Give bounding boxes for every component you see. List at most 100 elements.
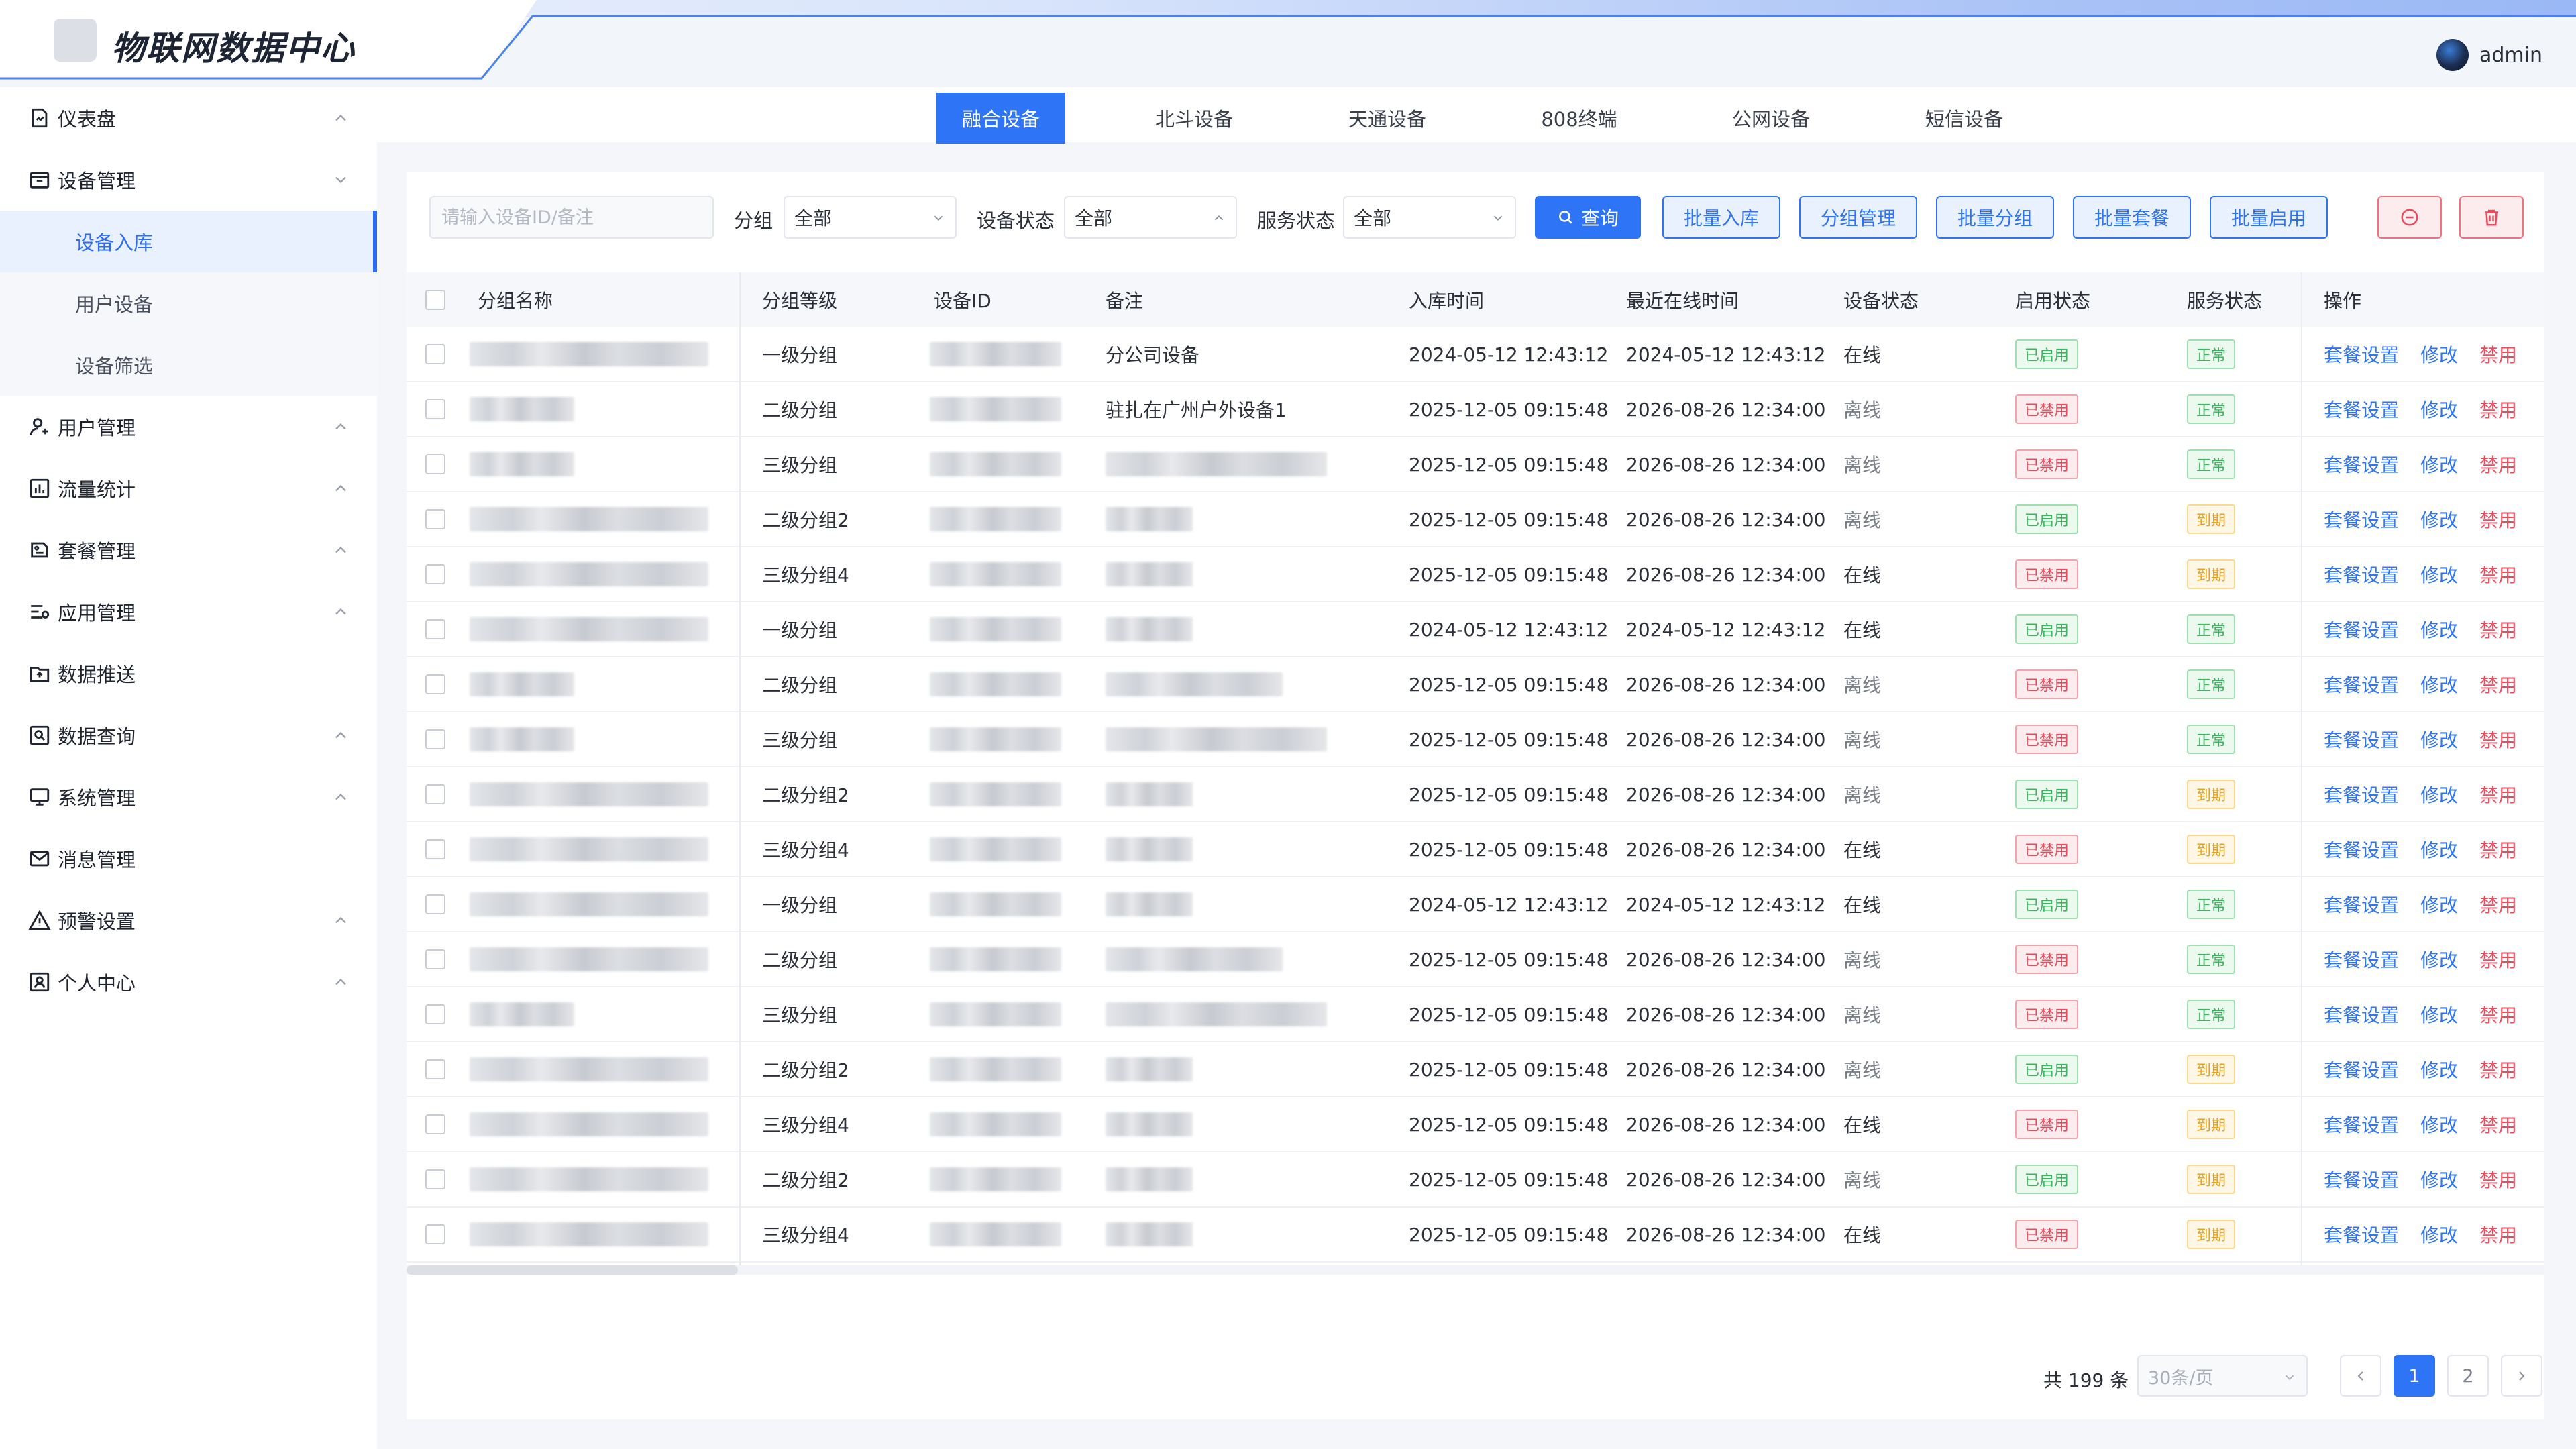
edit-link[interactable]: 修改 <box>2420 932 2458 986</box>
disable-link[interactable]: 禁用 <box>2479 987 2517 1041</box>
disable-link[interactable]: 禁用 <box>2479 877 2517 931</box>
tab-fusion-devices[interactable]: 融合设备 <box>936 93 1065 144</box>
edit-link[interactable]: 修改 <box>2420 767 2458 821</box>
package-settings-link[interactable]: 套餐设置 <box>2324 1097 2399 1151</box>
tab-beidou-devices[interactable]: 北斗设备 <box>1130 93 1258 144</box>
page-button-1[interactable]: 1 <box>2394 1355 2435 1397</box>
disable-link[interactable]: 禁用 <box>2479 602 2517 656</box>
row-checkbox[interactable] <box>425 877 445 931</box>
package-settings-link[interactable]: 套餐设置 <box>2324 382 2399 436</box>
row-checkbox[interactable] <box>425 1208 445 1261</box>
sidebar-item-app-management[interactable]: 应用管理 <box>0 581 377 643</box>
package-settings-link[interactable]: 套餐设置 <box>2324 822 2399 876</box>
select-all-checkbox[interactable] <box>425 272 445 327</box>
disable-link[interactable]: 禁用 <box>2479 1042 2517 1096</box>
package-settings-link[interactable]: 套餐设置 <box>2324 657 2399 711</box>
sidebar-item-data-query[interactable]: 数据查询 <box>0 704 377 766</box>
sidebar-subitem-user-devices[interactable]: 用户设备 <box>0 272 377 334</box>
row-checkbox[interactable] <box>425 327 445 381</box>
package-settings-link[interactable]: 套餐设置 <box>2324 987 2399 1041</box>
batch-remove-button[interactable] <box>2377 196 2442 239</box>
disable-link[interactable]: 禁用 <box>2479 547 2517 601</box>
package-settings-link[interactable]: 套餐设置 <box>2324 1042 2399 1096</box>
disable-link[interactable]: 禁用 <box>2479 1152 2517 1206</box>
row-checkbox[interactable] <box>425 437 445 491</box>
package-settings-link[interactable]: 套餐设置 <box>2324 492 2399 546</box>
row-checkbox[interactable] <box>425 822 445 876</box>
row-checkbox[interactable] <box>425 767 445 821</box>
disable-link[interactable]: 禁用 <box>2479 1097 2517 1151</box>
next-page-button[interactable] <box>2501 1355 2542 1397</box>
sidebar-item-user-management[interactable]: 用户管理 <box>0 396 377 458</box>
package-settings-link[interactable]: 套餐设置 <box>2324 767 2399 821</box>
edit-link[interactable]: 修改 <box>2420 877 2458 931</box>
edit-link[interactable]: 修改 <box>2420 1208 2458 1261</box>
prev-page-button[interactable] <box>2340 1355 2381 1397</box>
row-checkbox[interactable] <box>425 987 445 1041</box>
row-checkbox[interactable] <box>425 1042 445 1096</box>
group-select[interactable]: 全部 <box>784 196 957 239</box>
user-menu[interactable]: admin <box>2436 39 2542 71</box>
sidebar-item-device-management[interactable]: 设备管理 <box>0 149 377 211</box>
disable-link[interactable]: 禁用 <box>2479 657 2517 711</box>
tab-tiantong-devices[interactable]: 天通设备 <box>1323 93 1452 144</box>
disable-link[interactable]: 禁用 <box>2479 932 2517 986</box>
row-checkbox[interactable] <box>425 602 445 656</box>
query-button[interactable]: 查询 <box>1535 196 1641 239</box>
horizontal-scrollbar[interactable] <box>407 1265 2544 1275</box>
row-checkbox[interactable] <box>425 1152 445 1206</box>
edit-link[interactable]: 修改 <box>2420 657 2458 711</box>
disable-link[interactable]: 禁用 <box>2479 327 2517 381</box>
page-button-2[interactable]: 2 <box>2447 1355 2489 1397</box>
disable-link[interactable]: 禁用 <box>2479 822 2517 876</box>
disable-link[interactable]: 禁用 <box>2479 382 2517 436</box>
sidebar-item-dashboard[interactable]: 仪表盘 <box>0 87 377 149</box>
username[interactable]: admin <box>2479 44 2542 67</box>
sidebar-item-traffic-stats[interactable]: 流量统计 <box>0 458 377 519</box>
package-settings-link[interactable]: 套餐设置 <box>2324 712 2399 766</box>
package-settings-link[interactable]: 套餐设置 <box>2324 877 2399 931</box>
tab-public-network-devices[interactable]: 公网设备 <box>1707 93 1835 144</box>
page-size-select[interactable]: 30条/页 <box>2137 1355 2308 1397</box>
batch-inbound-button[interactable]: 批量入库 <box>1662 196 1780 239</box>
package-settings-link[interactable]: 套餐设置 <box>2324 437 2399 491</box>
tab-sms-devices[interactable]: 短信设备 <box>1900 93 2029 144</box>
edit-link[interactable]: 修改 <box>2420 1042 2458 1096</box>
batch-delete-button[interactable] <box>2459 196 2524 239</box>
batch-package-button[interactable]: 批量套餐 <box>2073 196 2191 239</box>
tab-808-terminals[interactable]: 808终端 <box>1515 93 1644 144</box>
batch-group-button[interactable]: 批量分组 <box>1936 196 2054 239</box>
disable-link[interactable]: 禁用 <box>2479 492 2517 546</box>
edit-link[interactable]: 修改 <box>2420 987 2458 1041</box>
scrollbar-thumb[interactable] <box>407 1265 738 1275</box>
package-settings-link[interactable]: 套餐设置 <box>2324 1152 2399 1206</box>
package-settings-link[interactable]: 套餐设置 <box>2324 547 2399 601</box>
edit-link[interactable]: 修改 <box>2420 547 2458 601</box>
edit-link[interactable]: 修改 <box>2420 382 2458 436</box>
package-settings-link[interactable]: 套餐设置 <box>2324 1208 2399 1261</box>
row-checkbox[interactable] <box>425 492 445 546</box>
edit-link[interactable]: 修改 <box>2420 712 2458 766</box>
service-status-select[interactable]: 全部 <box>1343 196 1516 239</box>
package-settings-link[interactable]: 套餐设置 <box>2324 602 2399 656</box>
disable-link[interactable]: 禁用 <box>2479 437 2517 491</box>
row-checkbox[interactable] <box>425 932 445 986</box>
sidebar-subitem-device-inbound[interactable]: 设备入库 <box>0 211 377 272</box>
edit-link[interactable]: 修改 <box>2420 327 2458 381</box>
row-checkbox[interactable] <box>425 657 445 711</box>
sidebar-item-personal-center[interactable]: 个人中心 <box>0 951 377 1013</box>
row-checkbox[interactable] <box>425 1097 445 1151</box>
sidebar-item-data-push[interactable]: 数据推送 <box>0 643 377 704</box>
sidebar-item-package-management[interactable]: 套餐管理 <box>0 519 377 581</box>
edit-link[interactable]: 修改 <box>2420 437 2458 491</box>
sidebar-item-alert-settings[interactable]: 预警设置 <box>0 890 377 951</box>
edit-link[interactable]: 修改 <box>2420 822 2458 876</box>
avatar[interactable] <box>2436 39 2469 71</box>
edit-link[interactable]: 修改 <box>2420 492 2458 546</box>
edit-link[interactable]: 修改 <box>2420 602 2458 656</box>
device-status-select[interactable]: 全部 <box>1064 196 1237 239</box>
package-settings-link[interactable]: 套餐设置 <box>2324 932 2399 986</box>
sidebar-item-message-management[interactable]: 消息管理 <box>0 828 377 890</box>
sidebar-subitem-device-filter[interactable]: 设备筛选 <box>0 334 377 396</box>
edit-link[interactable]: 修改 <box>2420 1152 2458 1206</box>
